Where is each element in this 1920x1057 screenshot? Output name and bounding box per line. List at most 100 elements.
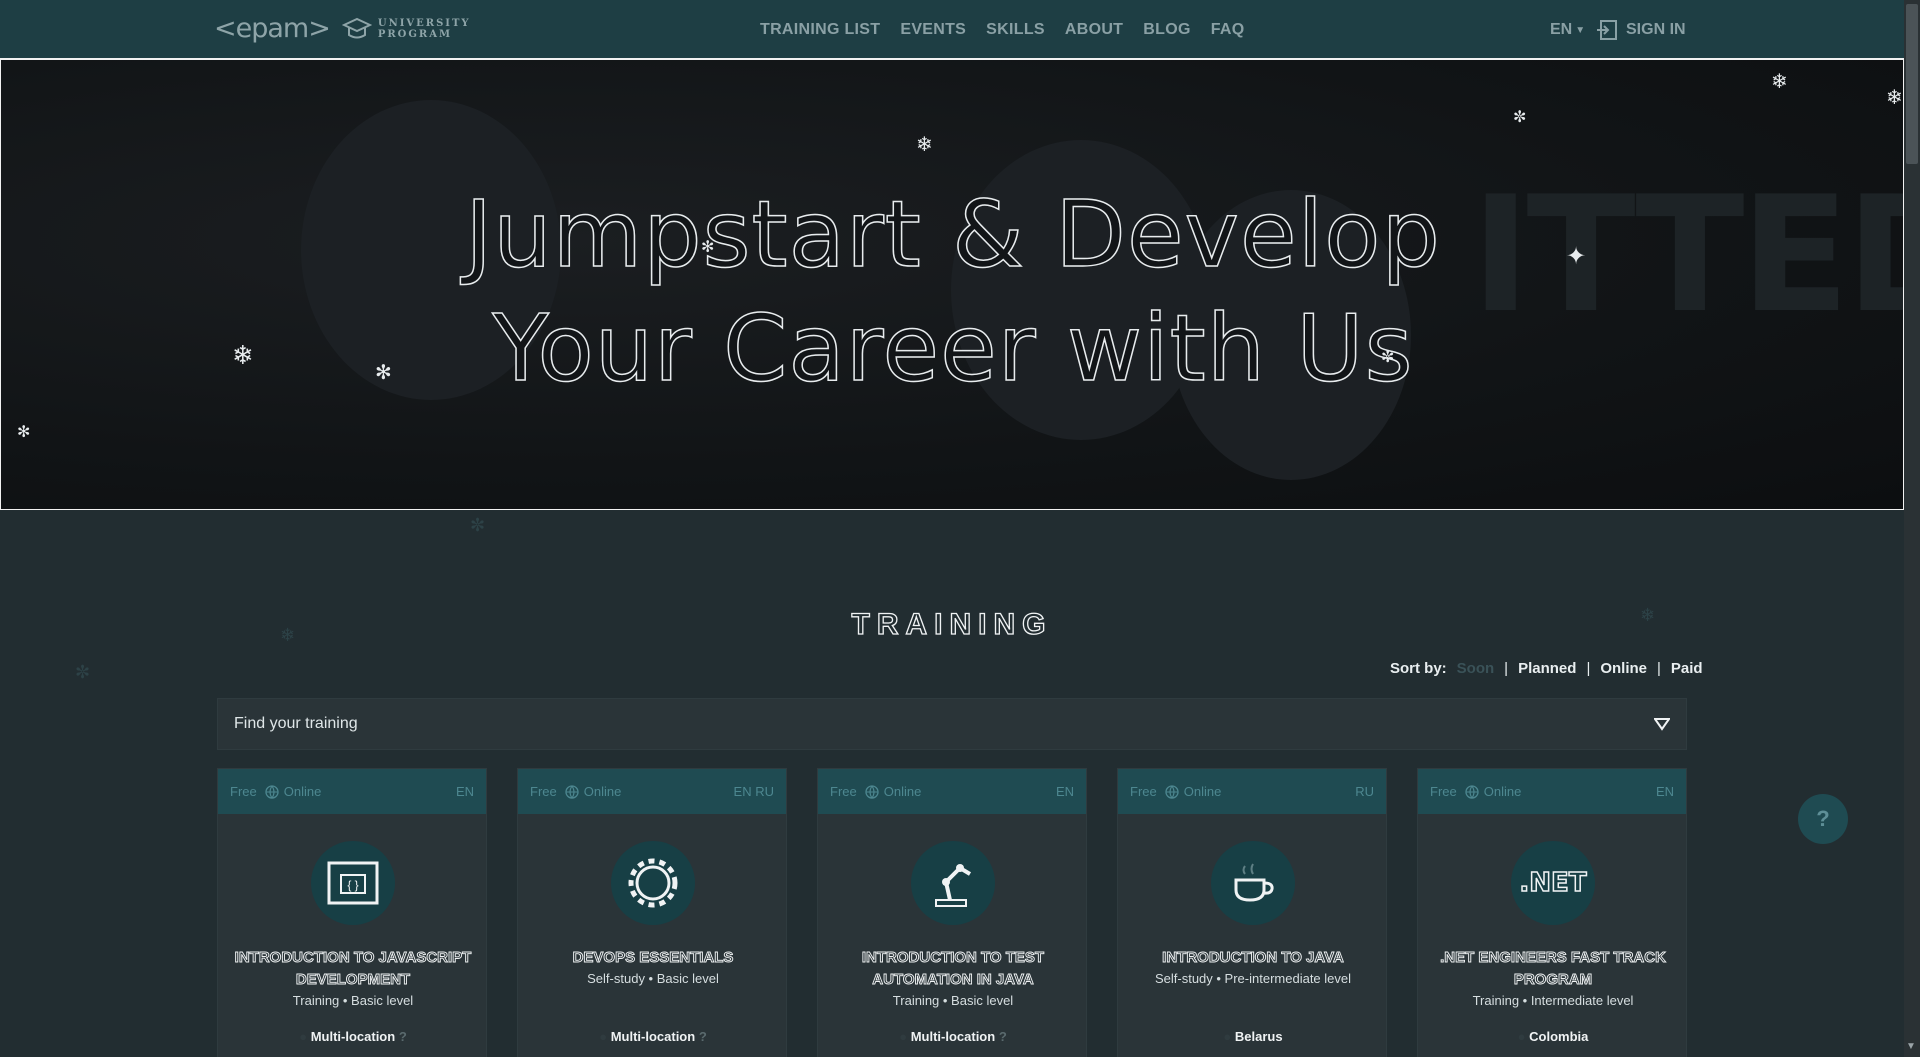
- epam-logo[interactable]: <epam> UNIVERSITY PROGRAM: [214, 13, 471, 44]
- training-search-dropdown[interactable]: Find your training: [217, 698, 1687, 750]
- card-mode: Online: [883, 784, 922, 799]
- help-circle-icon[interactable]: ?: [999, 1029, 1007, 1044]
- card-price: Free: [530, 784, 557, 799]
- card-location-text: Multi-location: [310, 1029, 396, 1044]
- card-location-text: Multi-location: [910, 1029, 996, 1044]
- nav-events[interactable]: EVENTS: [900, 21, 966, 39]
- hero-headline-line-1: Jumpstart & Develop: [464, 180, 1441, 289]
- graduation-cap-icon: [341, 17, 372, 39]
- sort-option-soon[interactable]: Soon: [1457, 660, 1495, 677]
- snowflake-icon: ❄: [1886, 87, 1903, 109]
- snowflake-icon: ❄: [916, 134, 933, 156]
- card-subtitle: Training • Basic level: [892, 993, 1014, 1008]
- globe-icon: [565, 784, 579, 799]
- globe-icon: [265, 784, 279, 799]
- language-selector[interactable]: EN ▼: [1550, 21, 1585, 39]
- dotnet-icon: .NET: [1511, 841, 1595, 925]
- snowflake-icon: ❄: [232, 340, 254, 370]
- card-price: Free: [1430, 784, 1457, 799]
- card-location: ● Multi-location ?: [228, 1029, 478, 1044]
- card-location: ● Belarus: [1128, 1029, 1378, 1044]
- help-button[interactable]: ?: [1798, 794, 1848, 844]
- globe-icon: [1165, 784, 1179, 799]
- card-mode: Online: [1483, 784, 1522, 799]
- js-window-icon: { }: [311, 841, 395, 925]
- snowflake-icon: ✻: [17, 424, 31, 441]
- card-location: ● Multi-location ?: [828, 1029, 1078, 1044]
- card-location: ● Multi-location ?: [528, 1029, 778, 1044]
- card-subtitle: Self-study • Pre-intermediate level: [1154, 971, 1352, 986]
- language-label: EN: [1550, 21, 1573, 38]
- sort-option-planned[interactable]: Planned: [1518, 660, 1576, 677]
- sort-option-online[interactable]: Online: [1600, 660, 1647, 677]
- snowflake-icon: ✦: [1566, 243, 1587, 270]
- snowflake-icon: ✼: [75, 662, 91, 682]
- snowflake-icon: ✻: [701, 239, 715, 256]
- snowflake-icon: ✼: [470, 515, 486, 535]
- training-card[interactable]: Free Online EN RU DEVOPS ESSENTIALS Self…: [517, 768, 787, 1057]
- training-card[interactable]: Free Online EN .NET .NET ENGINEERS FAST …: [1417, 768, 1687, 1057]
- card-price: Free: [1130, 784, 1157, 799]
- sort-separator: |: [1504, 660, 1509, 677]
- card-languages: EN: [1655, 784, 1674, 799]
- search-placeholder: Find your training: [234, 715, 358, 732]
- training-section-title: TRAINING: [851, 607, 1053, 641]
- logo-text: <epam>: [214, 13, 331, 44]
- robot-arm-icon: [911, 841, 995, 925]
- hero-headline-line-2: Your Career with Us: [492, 294, 1414, 403]
- card-location: ● Colombia: [1428, 1029, 1678, 1044]
- snowflake-icon: ✼: [1381, 349, 1395, 366]
- main-nav: TRAINING LIST EVENTS SKILLS ABOUT BLOG F…: [760, 21, 1244, 39]
- sort-label: Sort by:: [1390, 660, 1447, 677]
- card-title[interactable]: INTRODUCTION TO JAVASCRIPT DEVELOPMENT: [228, 947, 478, 991]
- svg-text:{ }: { }: [347, 878, 358, 892]
- help-circle-icon[interactable]: ?: [699, 1029, 707, 1044]
- hero-banner: ITTED Jumpstart & Develop Your Career wi…: [0, 59, 1904, 510]
- sign-in-button[interactable]: SIGN IN: [1596, 19, 1686, 41]
- globe-icon: [865, 784, 879, 799]
- coffee-cup-icon: [1211, 841, 1295, 925]
- card-location-text: Colombia: [1529, 1029, 1589, 1044]
- scroll-down-arrow-icon[interactable]: ▼: [1906, 1041, 1916, 1052]
- card-title[interactable]: INTRODUCTION TO JAVA: [1128, 947, 1378, 969]
- card-title[interactable]: INTRODUCTION TO TEST AUTOMATION IN JAVA: [828, 947, 1078, 991]
- card-price: Free: [830, 784, 857, 799]
- chevron-down-icon: ▼: [1575, 24, 1586, 36]
- location-pin-icon: ●: [299, 1029, 308, 1044]
- training-card[interactable]: Free Online EN { } INTRODUCTION TO JAVAS…: [217, 768, 487, 1057]
- card-header: Free Online EN: [1418, 769, 1686, 814]
- card-subtitle: Training • Basic level: [292, 993, 414, 1008]
- sort-separator: |: [1586, 660, 1591, 677]
- snowflake-icon: ✼: [1513, 109, 1527, 126]
- card-subtitle: Training • Intermediate level: [1472, 993, 1634, 1008]
- training-card[interactable]: Free Online EN INTRODUCTION TO TEST AUTO…: [817, 768, 1087, 1057]
- card-subtitle: Self-study • Basic level: [587, 971, 719, 986]
- help-circle-icon[interactable]: ?: [399, 1029, 407, 1044]
- nav-training-list[interactable]: TRAINING LIST: [760, 21, 880, 39]
- card-languages: EN: [1055, 784, 1074, 799]
- location-pin-icon: ●: [1517, 1029, 1526, 1044]
- card-mode: Online: [283, 784, 322, 799]
- card-header: Free Online RU: [1118, 769, 1386, 814]
- card-location-text: Multi-location: [610, 1029, 696, 1044]
- scrollbar-thumb[interactable]: [1906, 4, 1918, 164]
- sort-separator: |: [1657, 660, 1661, 677]
- snowflake-icon: ❄: [1771, 71, 1788, 93]
- card-title[interactable]: .NET ENGINEERS FAST TRACK PROGRAM: [1428, 947, 1678, 991]
- logo-subtitle: UNIVERSITY PROGRAM: [377, 18, 471, 40]
- card-languages: EN: [455, 784, 474, 799]
- sign-in-icon: [1597, 20, 1617, 40]
- nav-blog[interactable]: BLOG: [1143, 21, 1190, 39]
- dropdown-triangle-icon: [1654, 718, 1670, 731]
- card-location-text: Belarus: [1234, 1029, 1283, 1044]
- sort-option-paid[interactable]: Paid: [1671, 660, 1703, 677]
- snowflake-icon: ✻: [375, 362, 392, 384]
- card-languages: RU: [1355, 784, 1374, 799]
- card-title[interactable]: DEVOPS ESSENTIALS: [528, 947, 778, 969]
- card-mode: Online: [583, 784, 622, 799]
- nav-faq[interactable]: FAQ: [1211, 21, 1245, 39]
- nav-skills[interactable]: SKILLS: [986, 21, 1045, 39]
- sign-in-label: SIGN IN: [1626, 21, 1686, 38]
- nav-about[interactable]: ABOUT: [1065, 21, 1123, 39]
- training-card[interactable]: Free Online RU INTRODUCTION TO JAVA Self…: [1117, 768, 1387, 1057]
